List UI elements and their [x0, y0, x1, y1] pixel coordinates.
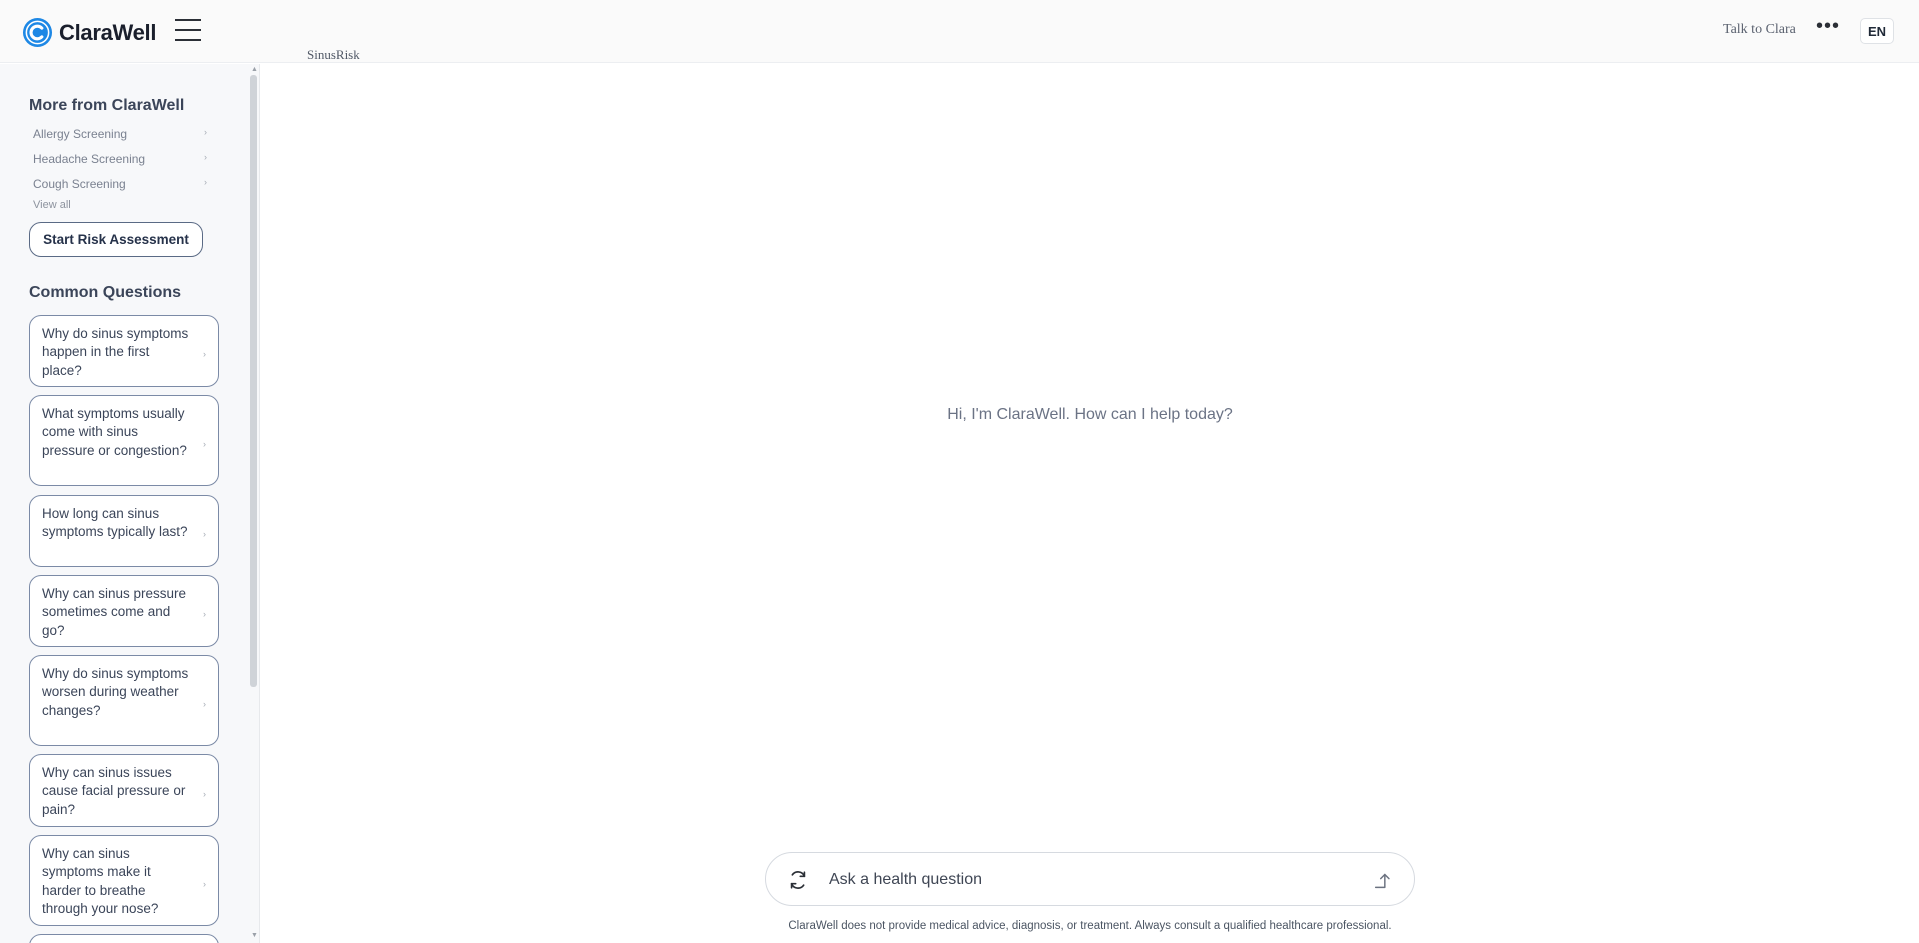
question-text: What symptoms usually come with sinus pr… — [42, 406, 187, 458]
sidebar-item-label: Allergy Screening — [33, 127, 128, 141]
question-card[interactable]: What symptoms usually come with sinus pr… — [29, 395, 219, 486]
question-text: Why do sinus symptoms worsen during weat… — [42, 666, 189, 718]
chevron-right-icon: › — [204, 177, 207, 187]
view-all-link[interactable]: View all — [33, 199, 71, 211]
sidebar-item-cough-screening[interactable]: Cough Screening › — [33, 177, 207, 191]
clarawell-logo-icon — [22, 17, 53, 48]
question-card[interactable]: Why do sinus symptoms happen in the firs… — [29, 315, 219, 387]
chevron-right-icon: › — [203, 788, 206, 799]
question-text: Why can sinus pressure sometimes come an… — [42, 586, 187, 638]
common-questions-title: Common Questions — [29, 284, 182, 301]
more-from-title: More from ClaraWell — [29, 97, 185, 114]
page-label: SinusRisk — [307, 47, 360, 62]
question-card[interactable]: Why can sinus symptoms make it harder to… — [29, 835, 219, 926]
sidebar: More from ClaraWell Allergy Screening › … — [0, 64, 260, 943]
chevron-right-icon: › — [203, 878, 206, 889]
ask-question-input[interactable] — [829, 867, 1329, 893]
language-selector[interactable]: EN — [1860, 18, 1894, 44]
question-text: Why can sinus symptoms make it harder to… — [42, 846, 159, 916]
sidebar-scroll-thumb[interactable] — [250, 75, 257, 687]
more-options-button[interactable]: ••• — [1816, 16, 1842, 40]
send-arrow-icon[interactable] — [1372, 869, 1394, 891]
welcome-message: Hi, I'm ClaraWell. How can I help today? — [947, 406, 1233, 423]
hamburger-menu-icon[interactable] — [175, 19, 201, 45]
brand-logo[interactable]: ClaraWell — [22, 17, 156, 48]
sidebar-item-label: Headache Screening — [33, 152, 146, 166]
brand-name: ClaraWell — [59, 19, 157, 45]
question-text: How long can sinus symptoms typically la… — [42, 506, 188, 540]
chevron-right-icon: › — [203, 349, 206, 359]
talk-to-clara-link[interactable]: Talk to Clara — [1723, 22, 1796, 38]
chevron-right-icon: › — [204, 127, 207, 137]
chevron-right-icon: › — [204, 152, 207, 162]
refresh-icon[interactable] — [787, 869, 809, 891]
question-card[interactable]: Why can sinus pressure sometimes come an… — [29, 575, 219, 647]
chevron-right-icon: › — [203, 438, 206, 449]
sidebar-item-label: Cough Screening — [33, 177, 126, 191]
question-text: Why do sinus symptoms happen in the firs… — [42, 326, 189, 378]
question-text: Why can sinus issues cause facial pressu… — [42, 765, 186, 817]
top-bar: ClaraWell SinusRisk Talk to Clara ••• EN — [0, 0, 1919, 63]
scroll-up-arrow-icon[interactable]: ▲ — [251, 66, 258, 73]
medical-disclaimer: ClaraWell does not provide medical advic… — [788, 920, 1392, 932]
scroll-down-arrow-icon[interactable]: ▼ — [251, 932, 258, 939]
sidebar-item-allergy-screening[interactable]: Allergy Screening › — [33, 127, 207, 141]
chevron-right-icon: › — [203, 609, 206, 619]
chat-composer — [765, 852, 1415, 906]
question-card[interactable]: How long can sinus symptoms typically la… — [29, 495, 219, 567]
question-card[interactable]: Why can sinus issues cause facial pressu… — [29, 754, 219, 827]
question-card[interactable]: Why do sinus symptoms worsen during weat… — [29, 655, 219, 746]
chevron-right-icon: › — [203, 698, 206, 709]
sidebar-item-headache-screening[interactable]: Headache Screening › — [33, 152, 207, 166]
question-card[interactable] — [29, 934, 219, 943]
start-risk-assessment-button[interactable]: Start Risk Assessment — [29, 222, 203, 257]
chevron-right-icon: › — [203, 529, 206, 539]
